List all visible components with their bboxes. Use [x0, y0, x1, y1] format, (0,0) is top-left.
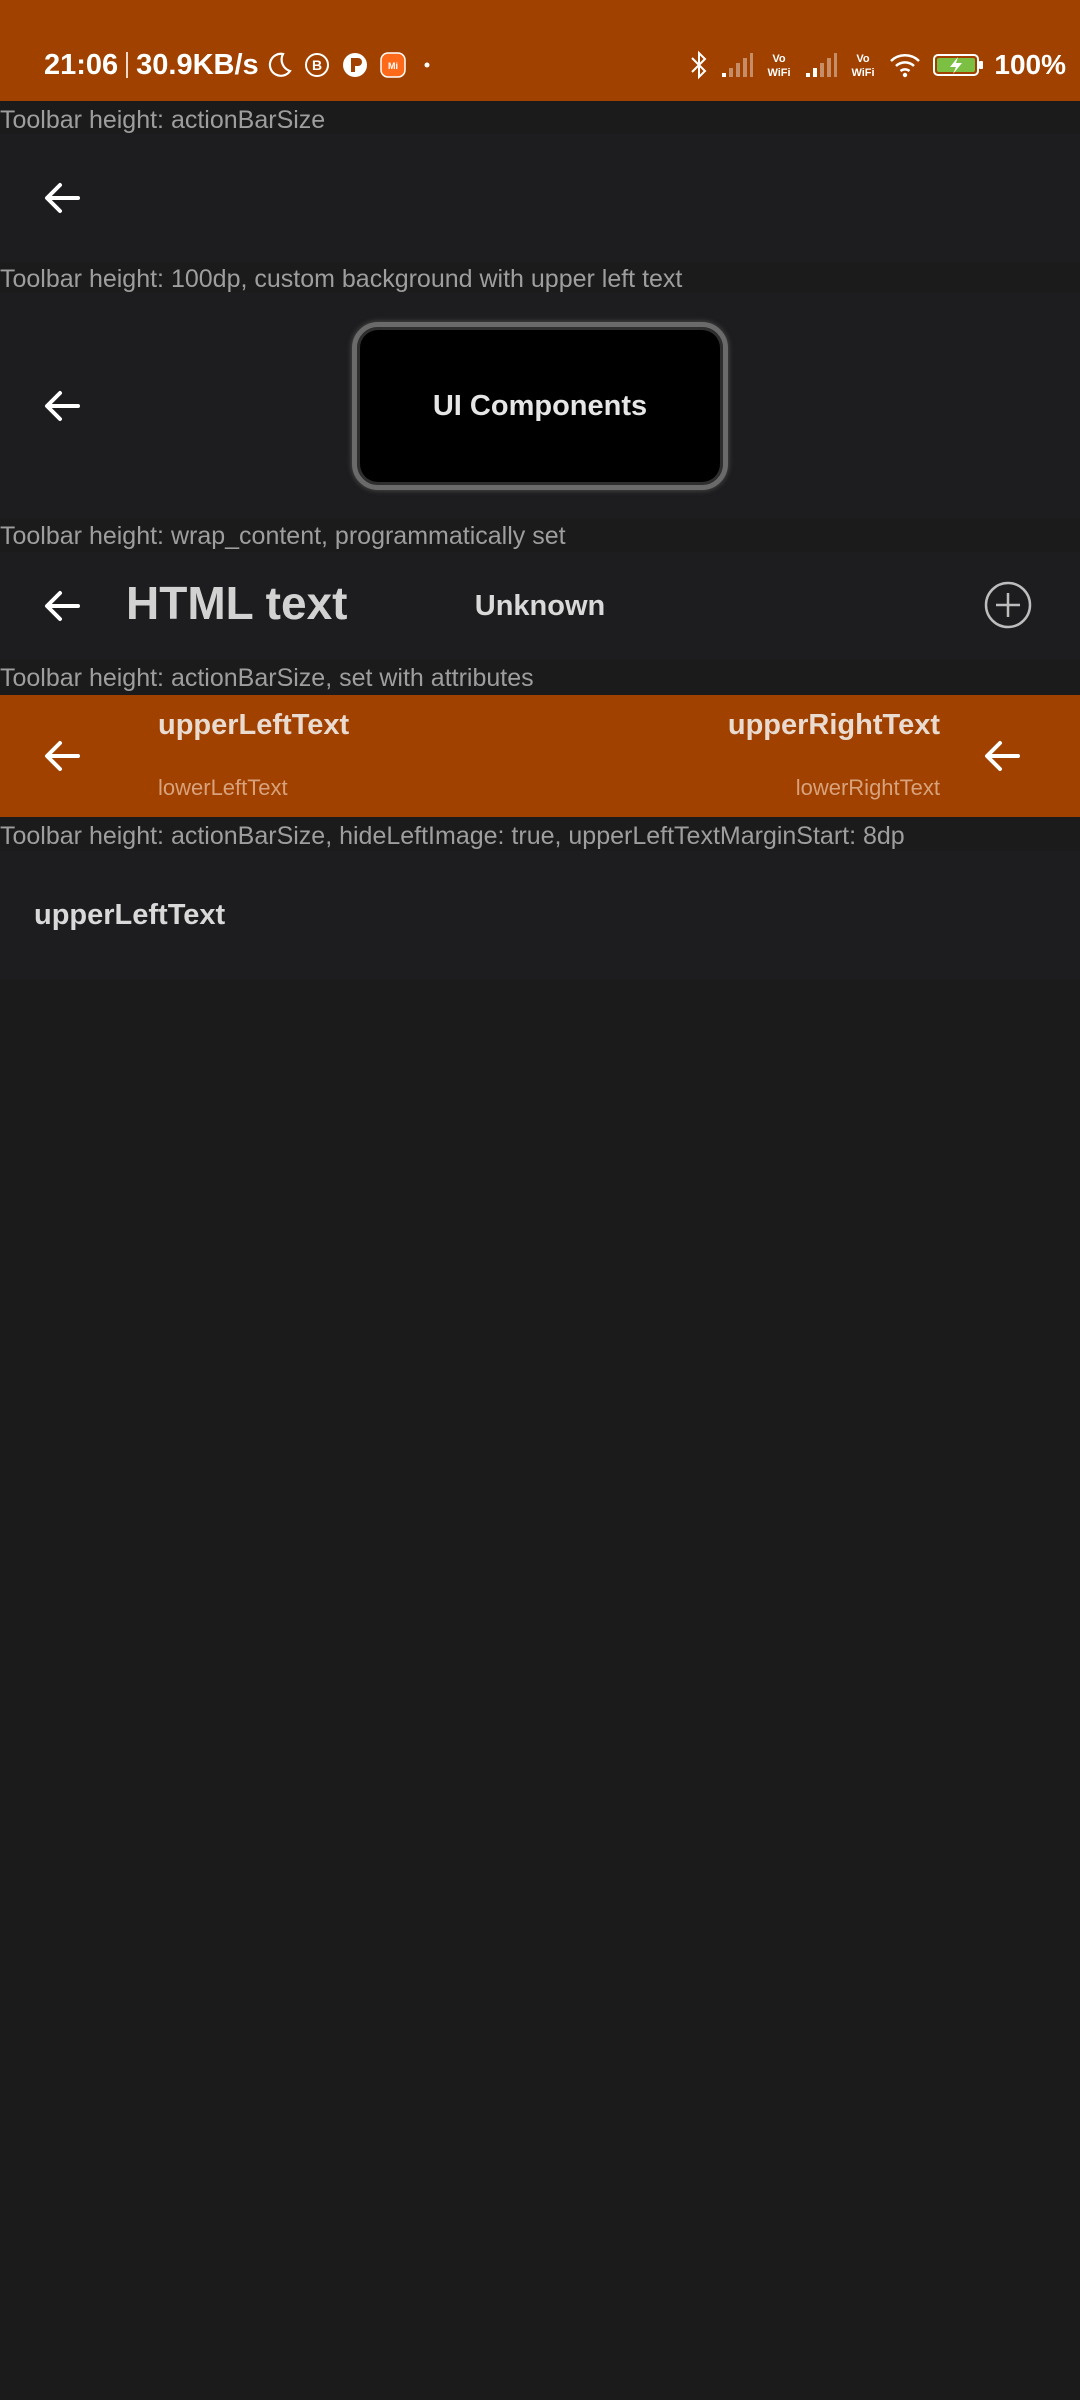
network-speed: 30.9KB/s: [136, 48, 259, 81]
lower-right-text: lowerRightText: [795, 775, 940, 800]
upper-left-text: upperLeftText: [34, 899, 226, 931]
signal-icon: [806, 53, 838, 77]
svg-text:Vo: Vo: [857, 53, 871, 65]
svg-text:Vo: Vo: [773, 53, 787, 65]
caption-section-2: Toolbar height: 100dp, custom background…: [0, 265, 683, 293]
toolbar-custom-background: UI Components: [0, 292, 1080, 518]
status-separator: [126, 52, 129, 78]
svg-text:Mi: Mi: [388, 61, 398, 71]
status-right: Vo WiFi Vo WiFi 100%: [678, 46, 1066, 84]
toolbar-action-bar-size: [0, 134, 1080, 262]
toolbar-hide-left-image: upperLeftText: [0, 851, 1080, 979]
back-arrow-icon[interactable]: [38, 382, 86, 430]
signal-icon: [722, 53, 754, 77]
caption-section-1: Toolbar height: actionBarSize: [0, 106, 326, 134]
ui-components-label: UI Components: [352, 322, 728, 490]
back-arrow-icon[interactable]: [38, 174, 86, 222]
svg-text:B: B: [312, 57, 322, 73]
back-arrow-icon[interactable]: [38, 732, 86, 780]
upper-right-text: upperRightText: [727, 709, 940, 741]
vowifi-icon: Vo WiFi: [768, 53, 791, 79]
b-circle-icon: B: [304, 53, 329, 77]
moon-icon: [268, 52, 292, 77]
status-time: 21:06: [44, 48, 119, 81]
wifi-icon: [890, 54, 921, 78]
battery-charging-icon: [933, 54, 984, 76]
caption-section-4: Toolbar height: actionBarSize, set with …: [0, 664, 534, 692]
toolbar-center-text: Unknown: [474, 590, 606, 622]
toolbar-wrap-content: HTML text Unknown: [0, 552, 1080, 660]
battery-percent: 100%: [994, 49, 1066, 80]
caption-section-3: Toolbar height: wrap_content, programmat…: [0, 522, 566, 550]
mi-icon: Mi: [379, 52, 406, 78]
status-bar: 21:06 30.9KB/s B Mi Vo WiFi Vo WiFi 100%: [0, 0, 1080, 101]
back-arrow-icon[interactable]: [978, 732, 1026, 780]
toolbar-with-attributes: upperLeftText lowerLeftText upperRightTe…: [0, 695, 1080, 817]
status-left: 21:06 30.9KB/s B Mi: [44, 46, 447, 84]
svg-text:WiFi: WiFi: [852, 67, 875, 79]
vowifi-icon: Vo WiFi: [852, 53, 875, 79]
bluetooth-icon: [691, 50, 707, 80]
app-icon: [342, 53, 367, 77]
dot-icon: [424, 62, 430, 68]
caption-section-5: Toolbar height: actionBarSize, hideLeftI…: [0, 822, 905, 850]
upper-left-text: upperLeftText: [158, 709, 350, 741]
lower-left-text: lowerLeftText: [158, 775, 288, 800]
add-circle-icon[interactable]: [983, 580, 1033, 635]
svg-text:WiFi: WiFi: [768, 67, 791, 79]
